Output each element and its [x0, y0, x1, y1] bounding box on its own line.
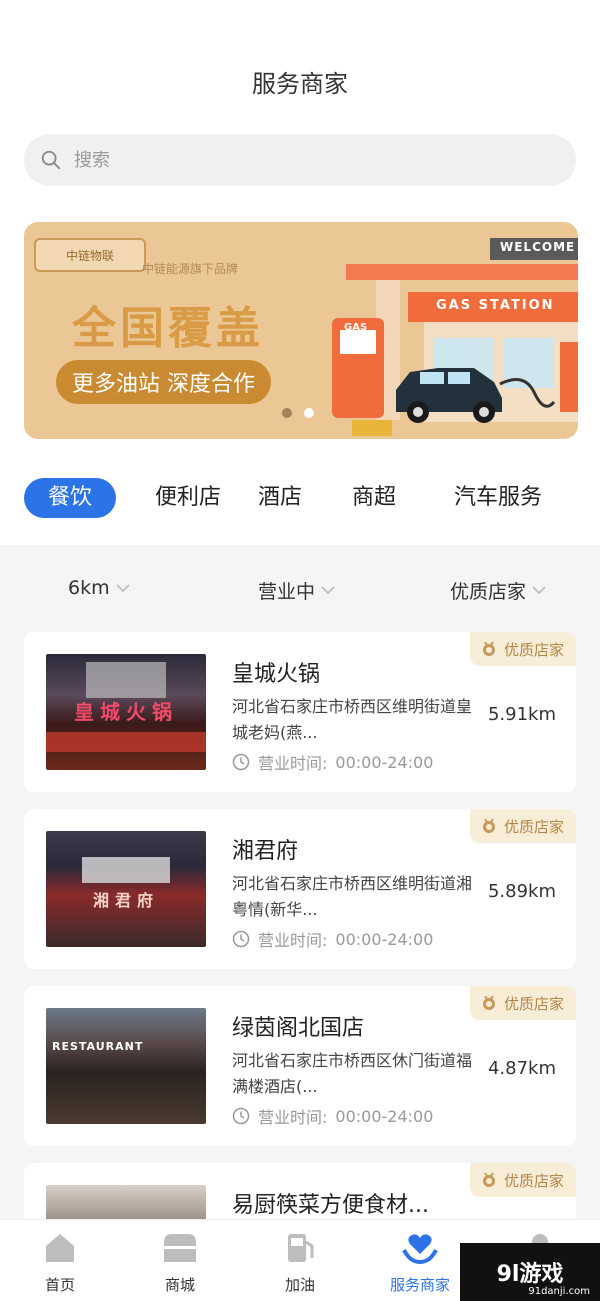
banner-subtitle: 中链能源旗下品牌 [142, 262, 239, 276]
merchant-name: 皇城火锅 [232, 662, 321, 687]
nav-item-fuel[interactable]: 加油 [250, 1220, 350, 1301]
carousel-dot[interactable] [282, 408, 292, 418]
merchant-thumbnail: 湘君府 [46, 831, 206, 947]
hours-label: 营业时间: [258, 931, 328, 950]
chevron-down-icon [116, 583, 130, 592]
badge-label: 优质店家 [503, 1171, 564, 1190]
watermark-url: 91danji.com [528, 1286, 590, 1297]
promo-banner[interactable]: WELCOME GAS STATION GAS 中链物联 中链能源旗下品牌 全国… [24, 222, 578, 439]
merchant-distance: 5.91km [487, 704, 556, 725]
merchant-thumbnail: 皇城火锅 [46, 654, 206, 770]
thumbnail-sign: 湘君府 [92, 891, 159, 910]
watermark-text: 9l游戏 [496, 1262, 564, 1287]
banner-pill: 更多油站 深度合作 [56, 360, 271, 404]
merchant-distance: 5.89km [487, 881, 556, 902]
merchant-hours: 营业时间: 00:00-24:00 [232, 750, 433, 774]
merchant-name: 湘君府 [232, 839, 299, 864]
merchant-name: 绿茵阁北国店 [232, 1016, 365, 1041]
station-sign: GAS STATION [436, 298, 555, 313]
merchant-address: 河北省石家庄市桥西区维明街道皇城老妈(燕... [232, 697, 473, 742]
distance-filter-label: 6km [68, 577, 110, 599]
nav-item-shop[interactable]: 商城 [130, 1220, 230, 1301]
status-filter-label: 营业中 [258, 581, 316, 603]
nav-item-merchants[interactable]: 服务商家 [370, 1220, 470, 1301]
page-title: 服务商家 [252, 70, 348, 98]
badge-label: 优质店家 [503, 817, 564, 836]
merchant-distance: 4.87km [487, 1058, 556, 1079]
badge-label: 优质店家 [503, 994, 564, 1013]
thumbnail-sign: RESTAURANT [52, 1040, 144, 1053]
nav-label: 首页 [44, 1276, 75, 1294]
medal-icon [482, 641, 495, 656]
hours-value: 00:00-24:00 [335, 752, 434, 772]
merchant-hours: 营业时间: 00:00-24:00 [232, 927, 433, 951]
merchant-thumbnail: RESTAURANT [46, 1008, 206, 1124]
search-input[interactable] [74, 149, 514, 171]
carousel-dots[interactable] [282, 408, 314, 418]
heart-hands-icon [402, 1234, 438, 1265]
home-icon [46, 1234, 74, 1262]
banner-headline: 全国覆盖 [72, 303, 264, 354]
tab-car-service[interactable]: 汽车服务 [438, 478, 558, 518]
tab-convenience-store[interactable]: 便利店 [140, 478, 236, 518]
quality-filter[interactable]: 优质店家 [450, 577, 546, 604]
medal-icon [482, 1172, 495, 1187]
quality-badge: 优质店家 [469, 632, 576, 666]
quality-filter-label: 优质店家 [450, 581, 527, 603]
thumbnail-sign: 皇城火锅 [74, 700, 178, 724]
merchant-address: 河北省石家庄市桥西区休门街道福满楼酒店(... [232, 1051, 473, 1096]
merchant-card[interactable]: RESTAURANT 绿茵阁北国店 河北省石家庄市桥西区休门街道福满楼酒店(..… [24, 986, 576, 1146]
tab-supermarket[interactable]: 商超 [344, 478, 404, 518]
clock-icon [232, 930, 250, 948]
nav-label: 服务商家 [389, 1276, 450, 1294]
merchant-name: 易厨筷菜方便食材... [232, 1193, 429, 1218]
fuel-icon [288, 1234, 314, 1262]
filter-bar: 6km 营业中 优质店家 [0, 545, 600, 637]
category-tabs: 餐饮 便利店 酒店 商超 汽车服务 [24, 478, 576, 518]
pump-label: GAS [344, 322, 368, 333]
quality-badge: 优质店家 [469, 986, 576, 1020]
merchant-address: 河北省石家庄市桥西区维明街道湘粤情(新华... [232, 874, 473, 919]
medal-icon [482, 818, 495, 833]
distance-filter[interactable]: 6km [68, 577, 130, 599]
brand-logo-text: 中链物联 [65, 248, 114, 263]
tab-catering[interactable]: 餐饮 [24, 478, 116, 518]
quality-badge: 优质店家 [469, 1163, 576, 1197]
status-filter[interactable]: 营业中 [258, 577, 335, 604]
search-icon [41, 150, 61, 170]
merchant-card[interactable]: 皇城火锅 皇城火锅 河北省石家庄市桥西区维明街道皇城老妈(燕... 营业时间: … [24, 632, 576, 792]
shop-icon [164, 1234, 196, 1262]
welcome-sign: WELCOME [500, 240, 576, 254]
chevron-down-icon [532, 586, 546, 595]
merchant-card[interactable]: 湘君府 湘君府 河北省石家庄市桥西区维明街道湘粤情(新华... 营业时间: 00… [24, 809, 576, 969]
hours-label: 营业时间: [258, 754, 328, 773]
nav-label: 加油 [284, 1276, 315, 1294]
tab-hotel[interactable]: 酒店 [250, 478, 310, 518]
clock-icon [232, 753, 250, 771]
chevron-down-icon [321, 586, 335, 595]
hours-label: 营业时间: [258, 1108, 328, 1127]
hours-value: 00:00-24:00 [335, 929, 434, 949]
search-bar[interactable] [24, 134, 576, 186]
hours-value: 00:00-24:00 [335, 1106, 434, 1126]
nav-label: 商城 [164, 1276, 195, 1294]
brand-logo: 中链物联 [34, 238, 146, 272]
quality-badge: 优质店家 [469, 809, 576, 843]
clock-icon [232, 1107, 250, 1125]
badge-label: 优质店家 [503, 640, 564, 659]
merchant-hours: 营业时间: 00:00-24:00 [232, 1104, 433, 1128]
top-section: 服务商家 WELCOME GAS STATION GAS [0, 0, 600, 545]
nav-item-home[interactable]: 首页 [10, 1220, 110, 1301]
carousel-dot-active[interactable] [304, 408, 314, 418]
medal-icon [482, 995, 495, 1010]
